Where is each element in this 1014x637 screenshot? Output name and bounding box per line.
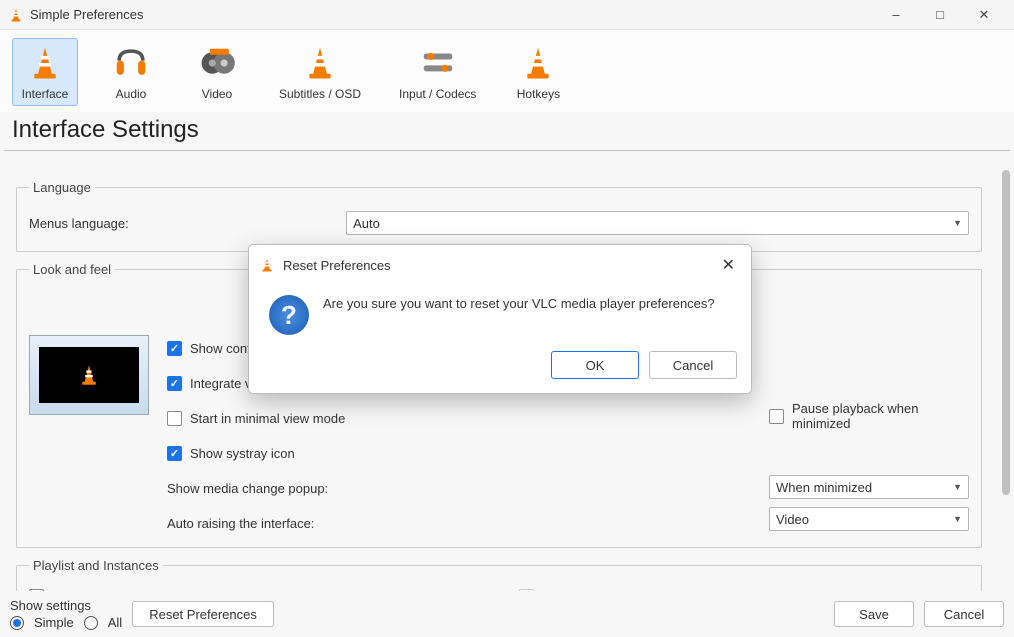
page-title: Interface Settings <box>4 112 1010 151</box>
maximize-button[interactable]: □ <box>918 0 962 30</box>
media-popup-label: Show media change popup: <box>167 481 527 496</box>
show-all-label: All <box>108 615 122 630</box>
subtitles-icon <box>301 44 339 82</box>
reset-preferences-button[interactable]: Reset Preferences <box>132 601 274 627</box>
tab-subtitles-label: Subtitles / OSD <box>279 87 361 101</box>
show-all-radio[interactable] <box>84 616 98 630</box>
cancel-button[interactable]: Cancel <box>924 601 1004 627</box>
show-controls-label: Show cont <box>190 341 251 356</box>
tab-interface-label: Interface <box>22 87 69 101</box>
minimal-view-label: Start in minimal view mode <box>190 411 345 426</box>
audio-icon <box>107 43 155 83</box>
playlist-legend: Playlist and Instances <box>29 558 163 573</box>
skin-preview <box>29 335 149 415</box>
tab-hotkeys-label: Hotkeys <box>517 87 560 101</box>
dialog-cancel-button[interactable]: Cancel <box>649 351 737 379</box>
question-icon: ? <box>269 295 309 335</box>
media-popup-select[interactable]: When minimized ▼ <box>769 475 969 499</box>
vlc-icon <box>8 7 24 23</box>
chevron-down-icon: ▼ <box>953 218 962 228</box>
tab-audio[interactable]: Audio <box>98 38 164 106</box>
tab-video[interactable]: Video <box>184 38 250 106</box>
systray-check[interactable] <box>167 446 182 461</box>
vlc-icon <box>259 257 275 273</box>
tab-audio-label: Audio <box>116 87 147 101</box>
dialog-close-button[interactable]: ✕ <box>716 253 741 277</box>
menus-language-label: Menus language: <box>29 216 338 231</box>
tab-input-label: Input / Codecs <box>399 87 476 101</box>
integrate-video-label: Integrate v <box>190 376 251 391</box>
window-title-text: Simple Preferences <box>30 7 143 22</box>
tab-hotkeys[interactable]: Hotkeys <box>505 38 571 106</box>
chevron-down-icon: ▼ <box>953 514 962 524</box>
auto-raise-select[interactable]: Video ▼ <box>769 507 969 531</box>
tab-interface[interactable]: Interface <box>12 38 78 106</box>
bottom-bar: Show settings Simple All Reset Preferenc… <box>0 591 1014 637</box>
dialog-message: Are you sure you want to reset your VLC … <box>323 295 715 335</box>
close-button[interactable]: ✕ <box>962 0 1006 30</box>
pause-minimize-check[interactable] <box>769 409 784 424</box>
show-controls-check[interactable] <box>167 341 182 356</box>
show-simple-radio[interactable] <box>10 616 24 630</box>
tab-input-codecs[interactable]: Input / Codecs <box>390 38 485 106</box>
tab-video-label: Video <box>202 87 232 101</box>
save-button[interactable]: Save <box>834 601 914 627</box>
systray-label: Show systray icon <box>190 446 295 461</box>
language-legend: Language <box>29 180 95 195</box>
integrate-video-check[interactable] <box>167 376 182 391</box>
reset-confirm-dialog: Reset Preferences ✕ ? Are you sure you w… <box>248 244 752 394</box>
dialog-title: Reset Preferences <box>283 258 708 273</box>
dialog-ok-button[interactable]: OK <box>551 351 639 379</box>
language-group: Language Menus language: Auto ▼ <box>16 180 982 252</box>
tab-subtitles[interactable]: Subtitles / OSD <box>270 38 370 106</box>
preview-cone-icon <box>77 363 101 387</box>
video-icon <box>193 43 241 83</box>
pause-minimize-label: Pause playback when minimized <box>792 401 969 431</box>
show-settings-label: Show settings <box>10 598 122 613</box>
hotkeys-icon <box>519 44 557 82</box>
playlist-group: Playlist and Instances Allow only one in… <box>16 558 982 591</box>
auto-raise-value: Video <box>776 512 809 527</box>
media-popup-value: When minimized <box>776 480 872 495</box>
menus-language-select[interactable]: Auto ▼ <box>346 211 969 235</box>
window-title: Simple Preferences <box>8 7 874 23</box>
minimize-button[interactable]: – <box>874 0 918 30</box>
menus-language-value: Auto <box>353 216 380 231</box>
minimal-view-check[interactable] <box>167 411 182 426</box>
preferences-tabs: Interface Audio Video Subtitles / OSD In… <box>0 30 1014 112</box>
scrollbar[interactable] <box>1002 170 1010 495</box>
codecs-icon <box>414 43 462 83</box>
auto-raise-label: Auto raising the interface: <box>167 516 527 531</box>
show-simple-label: Simple <box>34 615 74 630</box>
titlebar: Simple Preferences – □ ✕ <box>0 0 1014 30</box>
chevron-down-icon: ▼ <box>953 482 962 492</box>
look-legend: Look and feel <box>29 262 115 277</box>
interface-icon <box>26 44 64 82</box>
